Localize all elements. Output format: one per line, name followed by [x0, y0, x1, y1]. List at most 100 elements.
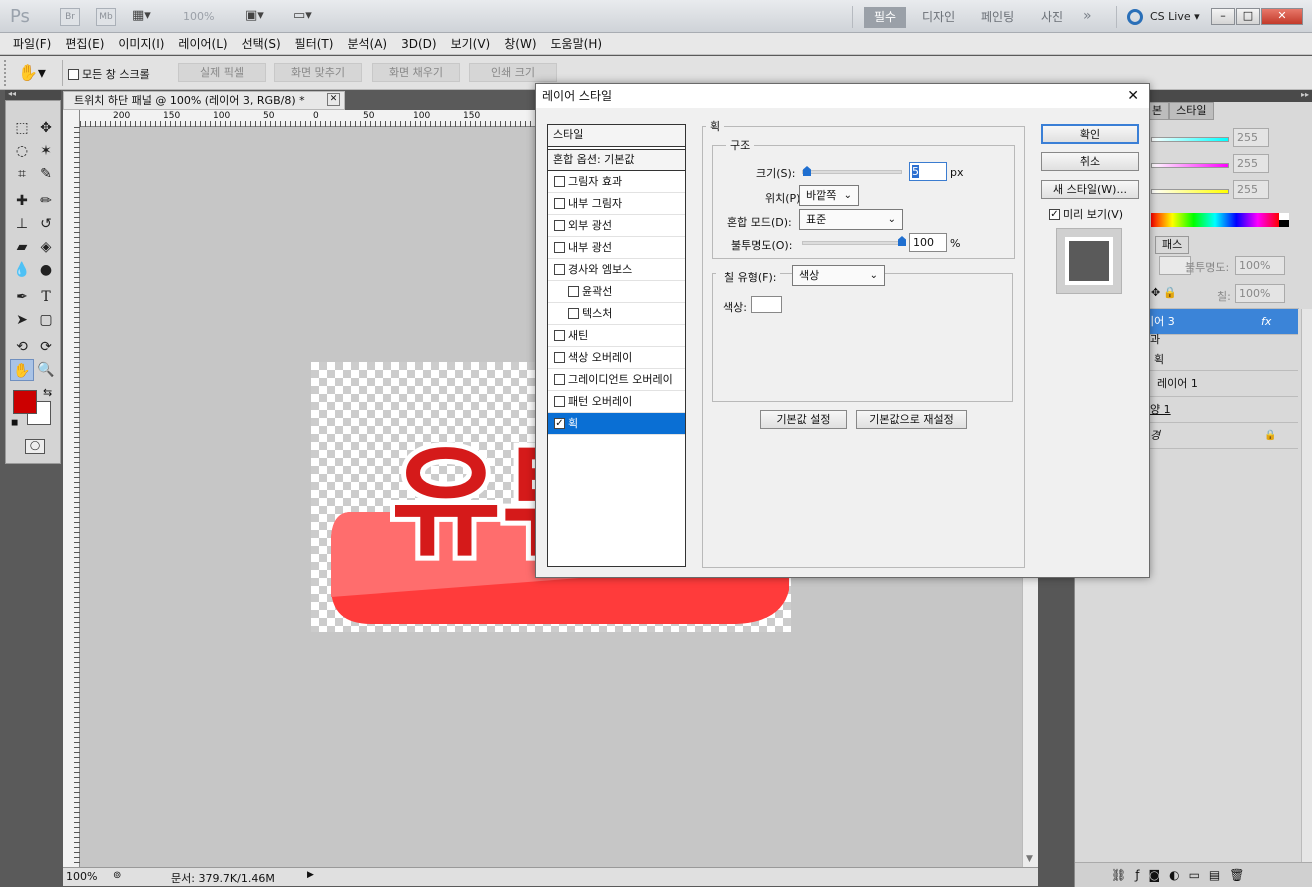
menu-help[interactable]: 도움말(H): [544, 33, 610, 55]
style-item[interactable]: 색상 오버레이: [548, 347, 685, 369]
opacity-slider[interactable]: [802, 241, 902, 245]
yellow-slider[interactable]: [1151, 189, 1229, 194]
checkbox-icon[interactable]: [568, 307, 579, 319]
actual-pixels-button[interactable]: 실제 픽셀: [178, 63, 266, 82]
workspace-essentials[interactable]: 필수: [864, 7, 907, 28]
quick-mask-icon[interactable]: ◯: [25, 439, 45, 454]
view-extras-icon[interactable]: ▦▾: [132, 8, 162, 26]
checkbox-icon[interactable]: [554, 263, 565, 275]
shape-tool-icon[interactable]: ▢: [34, 309, 58, 331]
ok-button[interactable]: 확인: [1041, 124, 1139, 144]
size-slider[interactable]: [802, 170, 902, 174]
menu-select[interactable]: 선택(S): [235, 33, 288, 55]
mini-bridge-button[interactable]: Mb: [96, 8, 116, 26]
checkbox-icon[interactable]: [554, 329, 565, 341]
3d-orbit-tool-icon[interactable]: ⟳: [34, 336, 58, 358]
cyan-slider[interactable]: [1151, 137, 1229, 142]
bridge-button[interactable]: Br: [60, 8, 80, 26]
menu-filter[interactable]: 필터(T): [288, 33, 341, 55]
grip-handle[interactable]: [4, 60, 8, 86]
style-item[interactable]: 그레이디언트 오버레이: [548, 369, 685, 391]
make-default-button[interactable]: 기본값 설정: [760, 410, 847, 429]
document-tab[interactable]: 트위치 하단 패널 @ 100% (레이어 3, RGB/8) * ✕: [63, 91, 345, 110]
crop-tool-icon[interactable]: ⌗: [10, 163, 34, 185]
default-colors-icon[interactable]: ◼: [11, 418, 18, 428]
history-brush-tool-icon[interactable]: ↺: [34, 213, 58, 235]
blend-mode-dropdown[interactable]: 표준 ⌄: [799, 209, 903, 230]
opacity-input[interactable]: 100: [909, 233, 947, 252]
lasso-tool-icon[interactable]: ◌: [10, 140, 34, 162]
close-document-icon[interactable]: ✕: [327, 93, 340, 106]
zoom-tool-icon[interactable]: 🔍: [34, 359, 58, 381]
stroke-color-swatch[interactable]: [751, 296, 782, 313]
preview-checkbox[interactable]: ✓ 미리 보기(V): [1049, 206, 1123, 222]
reset-default-button[interactable]: 기본값으로 재설정: [856, 410, 967, 429]
status-arrow-icon[interactable]: ▶: [307, 870, 314, 880]
magenta-slider[interactable]: [1151, 163, 1229, 168]
close-app-button[interactable]: ✕: [1261, 8, 1303, 25]
fill-type-dropdown[interactable]: 색상 ⌄: [792, 265, 885, 286]
blending-options-item[interactable]: 혼합 옵션: 기본값: [548, 149, 685, 171]
eyedropper-tool-icon[interactable]: ✎: [34, 163, 58, 185]
workspace-design[interactable]: 디자인: [912, 7, 965, 28]
magic-wand-tool-icon[interactable]: ✶: [34, 140, 58, 162]
style-item[interactable]: 새틴: [548, 325, 685, 347]
menu-edit[interactable]: 편집(E): [58, 33, 111, 55]
pen-tool-icon[interactable]: ✒: [10, 286, 34, 308]
hand-tool-preset-icon[interactable]: ✋▾: [18, 63, 46, 82]
checkbox-icon[interactable]: [554, 241, 565, 253]
cancel-button[interactable]: 취소: [1041, 152, 1139, 171]
layer-fill-value[interactable]: 100%: [1235, 284, 1285, 303]
workspace-photography[interactable]: 사진: [1031, 7, 1073, 28]
checkbox-icon[interactable]: [568, 285, 579, 297]
brush-tool-icon[interactable]: ✏: [34, 190, 58, 212]
size-input[interactable]: 5: [909, 162, 947, 181]
position-dropdown[interactable]: 바깥쪽 ⌄: [799, 185, 859, 206]
menu-window[interactable]: 창(W): [497, 33, 543, 55]
zoom-level[interactable]: 100%: [183, 10, 214, 23]
menu-image[interactable]: 이미지(I): [111, 33, 171, 55]
cyan-value[interactable]: 255: [1233, 128, 1269, 147]
scroll-all-windows-checkbox[interactable]: 모든 창 스크롤: [68, 66, 150, 82]
marquee-tool-icon[interactable]: ⬚: [10, 117, 34, 139]
layer-opacity-value[interactable]: 100%: [1235, 256, 1285, 275]
paint-bucket-tool-icon[interactable]: ◈: [34, 236, 58, 258]
layers-footer-icons[interactable]: ⛓ƒ◙◐▭▤🗑: [1075, 862, 1312, 887]
color-spectrum-bar[interactable]: [1151, 213, 1279, 227]
maximize-button[interactable]: □: [1236, 8, 1260, 25]
style-item[interactable]: 텍스처: [548, 303, 685, 325]
path-selection-tool-icon[interactable]: ➤: [10, 309, 34, 331]
yellow-value[interactable]: 255: [1233, 180, 1269, 199]
black-white-swatch[interactable]: [1279, 213, 1289, 227]
checkbox-icon[interactable]: [554, 351, 565, 363]
3d-rotate-tool-icon[interactable]: ⟲: [10, 336, 34, 358]
print-size-button[interactable]: 인쇄 크기: [469, 63, 557, 82]
clone-stamp-tool-icon[interactable]: ⊥: [10, 213, 34, 235]
style-item[interactable]: 내부 그림자: [548, 193, 685, 215]
dialog-title-bar[interactable]: 레이어 스타일 ✕: [536, 84, 1149, 108]
minimize-button[interactable]: –: [1211, 8, 1235, 25]
style-item[interactable]: 외부 광선: [548, 215, 685, 237]
menu-view[interactable]: 보기(V): [444, 33, 498, 55]
new-style-button[interactable]: 새 스타일(W)...: [1041, 180, 1139, 199]
horizontal-ruler[interactable]: 200 150 100 50 0 50 100 150: [63, 110, 537, 127]
menu-layer[interactable]: 레이어(L): [171, 33, 234, 55]
type-tool-icon[interactable]: T: [34, 286, 58, 308]
tools-panel-header[interactable]: ◂◂: [5, 89, 61, 100]
checkbox-icon[interactable]: [554, 197, 565, 209]
styles-header[interactable]: 스타일: [548, 125, 685, 147]
menu-3d[interactable]: 3D(D): [394, 33, 443, 55]
dodge-tool-icon[interactable]: ●: [34, 259, 58, 281]
checkbox-icon[interactable]: [554, 373, 565, 385]
move-tool-icon[interactable]: ✥: [34, 117, 58, 139]
menu-file[interactable]: 파일(F): [6, 33, 58, 55]
scroll-down-icon[interactable]: ▼: [1026, 854, 1033, 864]
style-item[interactable]: 내부 광선: [548, 237, 685, 259]
checkbox-checked-icon[interactable]: ✓: [554, 417, 565, 429]
checkbox-icon[interactable]: ✓: [1049, 208, 1060, 220]
checkbox-icon[interactable]: [554, 175, 565, 187]
style-item[interactable]: 윤곽선: [548, 281, 685, 303]
style-item[interactable]: 패턴 오버레이: [548, 391, 685, 413]
style-item[interactable]: 경사와 엠보스: [548, 259, 685, 281]
more-workspaces-icon[interactable]: »: [1083, 8, 1092, 24]
